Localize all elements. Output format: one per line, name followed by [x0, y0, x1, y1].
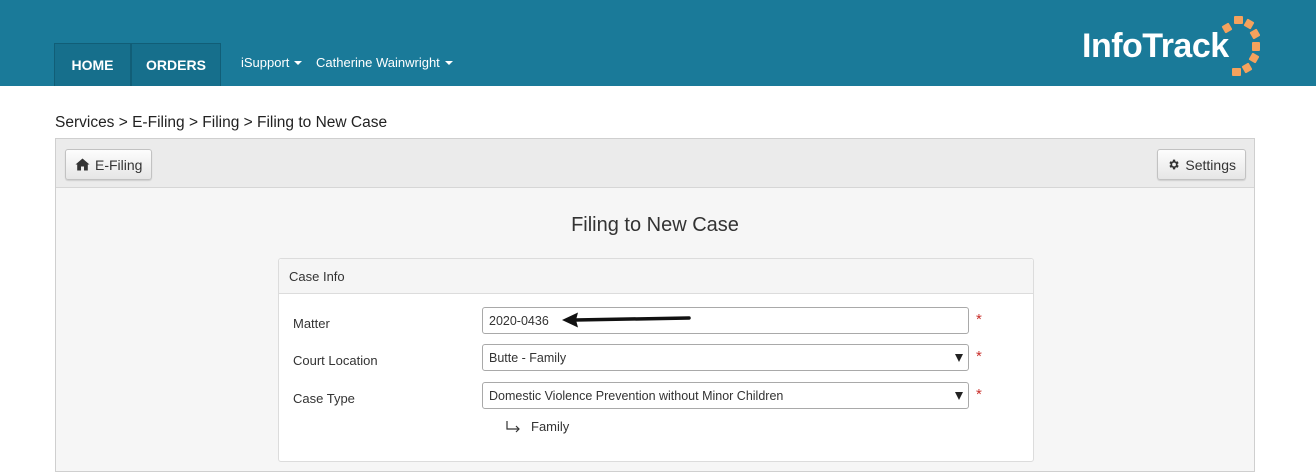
breadcrumb: Services > E-Filing > Filing > Filing to… — [55, 114, 388, 131]
case-type-value: Domestic Violence Prevention without Min… — [489, 388, 784, 403]
case-type-label: Case Type — [293, 391, 355, 406]
main-panel: E-Filing Settings Filing to New Case Cas… — [55, 138, 1255, 472]
case-info-card: Case Info Matter 2020-0436 * Court Locat… — [278, 258, 1034, 462]
logo-ring-icon — [1221, 16, 1260, 76]
court-location-required-mark: * — [976, 348, 982, 365]
gear-icon — [1169, 159, 1180, 170]
settings-button[interactable]: Settings — [1157, 149, 1246, 180]
panel-toolbar: E-Filing Settings — [56, 139, 1254, 188]
matter-value: 2020-0436 — [489, 313, 549, 328]
top-navigation-bar: HOME ORDERS iSupport Catherine Wainwrigh… — [0, 0, 1316, 86]
select-arrow-icon — [955, 392, 963, 400]
matter-label: Matter — [293, 316, 330, 331]
nav-home-tab[interactable]: HOME — [54, 43, 131, 86]
home-icon — [75, 158, 90, 171]
case-info-header: Case Info — [279, 259, 1033, 294]
user-menu[interactable]: Catherine Wainwright — [316, 55, 453, 70]
nav-orders-tab[interactable]: ORDERS — [131, 43, 221, 86]
court-location-value: Butte - Family — [489, 350, 567, 365]
matter-input[interactable]: 2020-0436 — [482, 307, 969, 334]
case-type-required-mark: * — [976, 386, 982, 403]
logo-wordmark: InfoTrack — [1082, 27, 1229, 65]
court-location-label: Court Location — [293, 353, 378, 368]
return-arrow-icon — [506, 420, 520, 432]
case-type-select[interactable]: Domestic Violence Prevention without Min… — [482, 382, 969, 409]
court-location-select[interactable]: Butte - Family — [482, 344, 969, 371]
settings-button-label: Settings — [1185, 156, 1236, 173]
matter-required-mark: * — [976, 311, 982, 328]
caret-down-icon — [294, 60, 303, 65]
pointer-arrow-annotation — [562, 312, 691, 328]
isupport-label: iSupport — [241, 55, 290, 70]
sub-category-label: Family — [531, 419, 570, 434]
user-name-label: Catherine Wainwright — [316, 55, 440, 70]
efiling-home-button[interactable]: E-Filing — [65, 149, 153, 180]
infotrack-logo[interactable]: InfoTrack — [1082, 14, 1262, 84]
select-arrow-icon — [955, 354, 963, 362]
case-sub-category: Family — [505, 419, 569, 434]
caret-down-icon — [444, 60, 453, 65]
isupport-menu[interactable]: iSupport — [241, 55, 303, 70]
efiling-button-label: E-Filing — [95, 156, 143, 173]
page-title: Filing to New Case — [571, 214, 739, 236]
